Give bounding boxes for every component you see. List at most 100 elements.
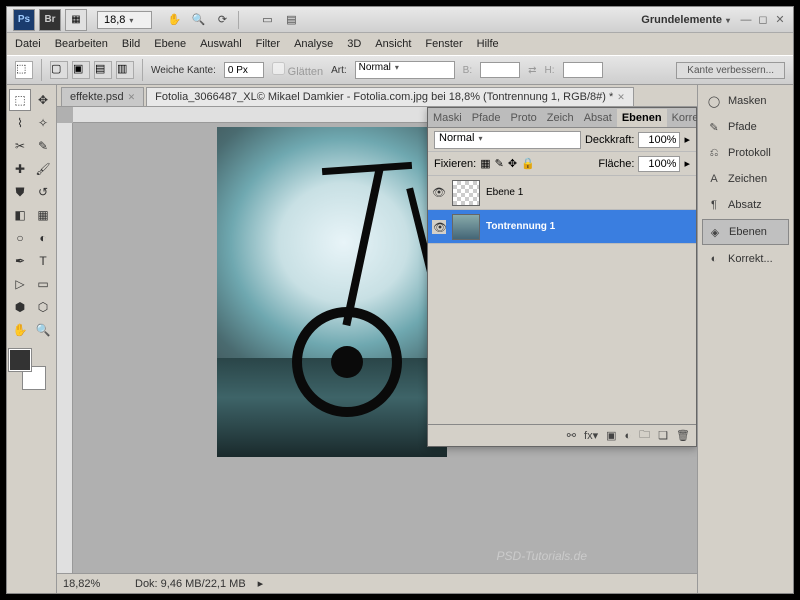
panel-tab-paragraph[interactable]: Absat (579, 109, 617, 127)
layer-thumbnail[interactable] (452, 180, 480, 206)
panel-history[interactable]: ⎌Protokoll (702, 141, 789, 165)
panel-adjustments[interactable]: ◐Korrekt... (702, 247, 789, 271)
shape-tool[interactable]: ▭ (32, 273, 54, 295)
menu-analyse[interactable]: Analyse (294, 38, 333, 50)
menu-hilfe[interactable]: Hilfe (477, 38, 499, 50)
fill-input[interactable] (638, 156, 680, 172)
subtract-selection-icon[interactable]: ▤ (94, 61, 112, 79)
menu-fenster[interactable]: Fenster (425, 38, 462, 50)
menu-3d[interactable]: 3D (347, 38, 361, 50)
opacity-input[interactable] (638, 132, 680, 148)
lock-transparency-icon[interactable]: ▦ (480, 157, 490, 170)
maximize-button[interactable]: ◻ (756, 13, 770, 27)
move-tool[interactable]: ✥ (32, 89, 54, 111)
layer-style-icon[interactable]: fx▾ (584, 429, 598, 442)
arrange2-icon[interactable]: ▤ (281, 10, 301, 30)
visibility-icon[interactable]: 👁 (432, 186, 446, 200)
fill-flyout-icon[interactable]: ▸ (684, 157, 690, 170)
path-tool[interactable]: ▷ (9, 273, 31, 295)
dodge-tool[interactable]: ◐ (32, 227, 54, 249)
panel-tab-masks[interactable]: Maski (428, 109, 467, 127)
panel-layers[interactable]: ◈Ebenen (702, 219, 789, 245)
visibility-icon[interactable]: 👁 (432, 220, 446, 234)
menu-ebene[interactable]: Ebene (154, 38, 186, 50)
heal-tool[interactable]: ✚ (9, 158, 31, 180)
zoom-level-combo[interactable]: 18,8 (97, 11, 152, 29)
opacity-flyout-icon[interactable]: ▸ (684, 133, 690, 146)
lasso-tool[interactable]: ⌇ (9, 112, 31, 134)
status-doc-size[interactable]: Dok: 9,46 MB/22,1 MB (135, 578, 246, 590)
panel-tab-character[interactable]: Zeich (542, 109, 579, 127)
status-flyout-icon[interactable]: ▸ (258, 577, 264, 590)
menu-bild[interactable]: Bild (122, 38, 140, 50)
color-swatches[interactable] (9, 349, 49, 389)
link-layers-icon[interactable]: ⚯ (567, 429, 576, 442)
blend-mode-select[interactable]: Normal (434, 131, 581, 149)
status-zoom[interactable]: 18,82% (63, 578, 123, 590)
stamp-tool[interactable]: ⛊ (9, 181, 31, 203)
bridge-logo[interactable]: Br (39, 9, 61, 31)
marquee-tool[interactable]: ⬚ (9, 89, 31, 111)
add-selection-icon[interactable]: ▣ (72, 61, 90, 79)
lock-position-icon[interactable]: ✥ (508, 157, 517, 170)
new-selection-icon[interactable]: ▢ (50, 61, 68, 79)
blur-tool[interactable]: ○ (9, 227, 31, 249)
3d-camera-tool[interactable]: ⬡ (32, 296, 54, 318)
menu-auswahl[interactable]: Auswahl (200, 38, 242, 50)
history-brush-tool[interactable]: ↺ (32, 181, 54, 203)
document-canvas[interactable] (217, 127, 447, 457)
layer-row[interactable]: 👁 Tontrennung 1 (428, 210, 696, 244)
layer-mask-icon[interactable]: ▣ (606, 429, 616, 442)
arrange-icon[interactable]: ▦ (65, 9, 87, 31)
adjustment-layer-icon[interactable]: ◐ (625, 430, 632, 442)
lock-pixels-icon[interactable]: ✎ (495, 157, 504, 170)
menu-datei[interactable]: Datei (15, 38, 41, 50)
delete-layer-icon[interactable]: 🗑 (676, 429, 690, 442)
rotate-icon[interactable]: ⟳ (212, 10, 232, 30)
brush-tool[interactable]: 🖌 (32, 158, 54, 180)
panel-tab-adjustments[interactable]: Korre (667, 109, 697, 127)
screenmode-icon[interactable]: ▭ (257, 10, 277, 30)
new-layer-icon[interactable]: ❏ (658, 429, 668, 442)
intersect-selection-icon[interactable]: ▥ (116, 61, 134, 79)
menu-ansicht[interactable]: Ansicht (375, 38, 411, 50)
pen-tool[interactable]: ✒ (9, 250, 31, 272)
gradient-tool[interactable]: ▦ (32, 204, 54, 226)
zoom-icon[interactable]: 🔍 (188, 10, 208, 30)
close-button[interactable]: ✕ (773, 13, 787, 27)
tab-effekte[interactable]: effekte.psd ✕ (61, 87, 144, 106)
tab-fotolia[interactable]: Fotolia_3066487_XL© Mikael Damkier - Fot… (146, 87, 634, 106)
eyedropper-tool[interactable]: ✎ (32, 135, 54, 157)
panel-tab-paths[interactable]: Pfade (467, 109, 506, 127)
crop-tool[interactable]: ✂ (9, 135, 31, 157)
minimize-button[interactable]: — (739, 13, 753, 27)
hand-icon[interactable]: ✋ (164, 10, 184, 30)
panel-tab-layers[interactable]: Ebenen (617, 109, 667, 127)
lock-all-icon[interactable]: 🔒 (521, 157, 535, 170)
workspace-switcher[interactable]: Grundelemente (641, 14, 730, 26)
menu-bearbeiten[interactable]: Bearbeiten (55, 38, 108, 50)
layer-group-icon[interactable]: 🗀 (639, 426, 650, 445)
panel-paths[interactable]: ✎Pfade (702, 115, 789, 139)
canvas-area[interactable]: Maski Pfade Proto Zeich Absat Ebenen Kor… (57, 107, 697, 573)
panel-tab-history[interactable]: Proto (505, 109, 541, 127)
panel-masks[interactable]: ◯Masken (702, 89, 789, 113)
photoshop-logo[interactable]: Ps (13, 9, 35, 31)
type-tool[interactable]: T (32, 250, 54, 272)
style-select[interactable]: Normal (355, 61, 455, 79)
layer-row[interactable]: 👁 Ebene 1 (428, 176, 696, 210)
panel-paragraph[interactable]: ¶Absatz (702, 193, 789, 217)
menu-filter[interactable]: Filter (256, 38, 280, 50)
layer-thumbnail[interactable] (452, 214, 480, 240)
feather-input[interactable] (224, 62, 264, 78)
layer-name[interactable]: Tontrennung 1 (486, 221, 555, 232)
close-icon[interactable]: ✕ (617, 92, 625, 103)
foreground-color[interactable] (9, 349, 31, 371)
refine-edge-button[interactable]: Kante verbessern... (676, 62, 785, 79)
panel-character[interactable]: AZeichen (702, 167, 789, 191)
layer-name[interactable]: Ebene 1 (486, 187, 523, 198)
zoom-tool[interactable]: 🔍 (32, 319, 54, 341)
marquee-tool-preset[interactable]: ⬚ (15, 61, 33, 79)
wand-tool[interactable]: ✧ (32, 112, 54, 134)
hand-tool[interactable]: ✋ (9, 319, 31, 341)
